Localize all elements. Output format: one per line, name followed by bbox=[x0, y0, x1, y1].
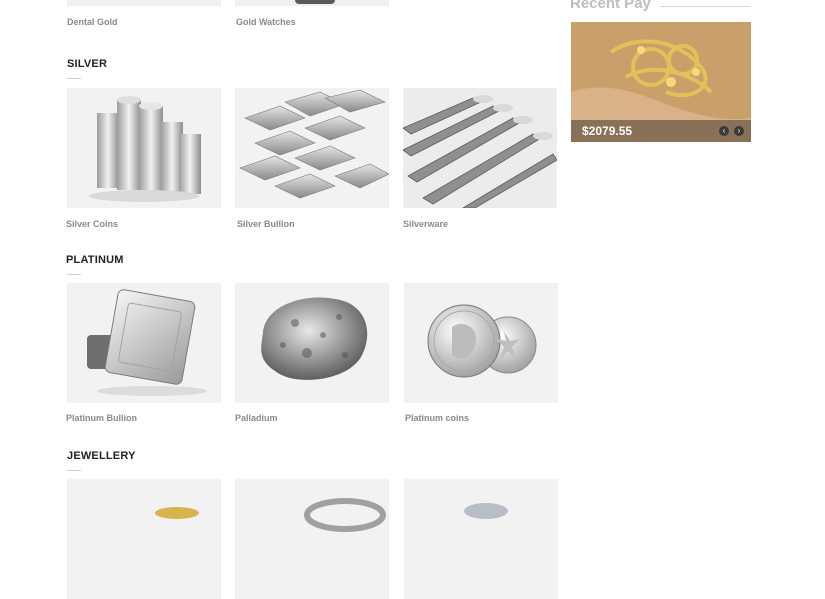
platinum-heading: PLATINUM bbox=[66, 254, 124, 266]
recent-pay-next-button[interactable]: › bbox=[734, 126, 744, 136]
platinum-bullion-image bbox=[87, 289, 207, 396]
jewellery-heading: JEWELLERY bbox=[67, 450, 136, 462]
palladium-image bbox=[261, 297, 368, 380]
silver-bullion-image bbox=[239, 89, 389, 199]
recent-pay-prev-button[interactable]: ‹ bbox=[719, 126, 729, 136]
diamond-bangle-image bbox=[304, 498, 386, 532]
platinum-bullion-tile[interactable] bbox=[67, 283, 221, 403]
silverware-image bbox=[403, 88, 557, 208]
recent-pay-amount: $2079.55 bbox=[582, 124, 633, 138]
jewellery-tile-1[interactable] bbox=[67, 479, 221, 599]
silver-coins-caption[interactable]: Silver Coins bbox=[66, 219, 118, 229]
silver-bullion-tile[interactable] bbox=[235, 88, 389, 208]
platinum-coins-caption[interactable]: Platinum coins bbox=[405, 413, 469, 423]
watch-image bbox=[295, 0, 335, 4]
recent-pay-title: Recent Pay bbox=[570, 0, 651, 12]
gold-watches-caption[interactable]: Gold Watches bbox=[236, 17, 296, 27]
silverware-caption[interactable]: Silverware bbox=[403, 219, 448, 229]
recent-pay-divider bbox=[660, 6, 750, 7]
jewellery-divider bbox=[67, 470, 81, 471]
gold-watches-tile[interactable] bbox=[235, 0, 389, 6]
palladium-tile[interactable] bbox=[235, 283, 389, 403]
dental-gold-tile[interactable] bbox=[67, 0, 221, 6]
jewellery-tile-3[interactable] bbox=[404, 479, 558, 599]
silver-coins-tile[interactable] bbox=[67, 88, 221, 208]
platinum-divider bbox=[67, 274, 81, 275]
recent-pay-card[interactable]: $2079.55 ‹ › bbox=[571, 22, 751, 142]
dental-gold-caption[interactable]: Dental Gold bbox=[67, 17, 118, 27]
jewellery-tile-2[interactable] bbox=[235, 479, 389, 599]
gold-chain-image bbox=[155, 507, 199, 519]
silver-bullion-caption[interactable]: Silver Bullion bbox=[237, 219, 295, 229]
silverware-tile[interactable] bbox=[403, 88, 557, 208]
diamond-ring-image bbox=[464, 503, 508, 519]
platinum-bullion-caption[interactable]: Platinum Bullion bbox=[66, 413, 137, 423]
platinum-coins-tile[interactable] bbox=[404, 283, 558, 403]
silver-coins-image bbox=[89, 96, 201, 202]
platinum-coins-image bbox=[427, 304, 537, 378]
silver-divider bbox=[67, 78, 81, 79]
palladium-caption[interactable]: Palladium bbox=[235, 413, 278, 423]
silver-heading: SILVER bbox=[67, 58, 108, 70]
